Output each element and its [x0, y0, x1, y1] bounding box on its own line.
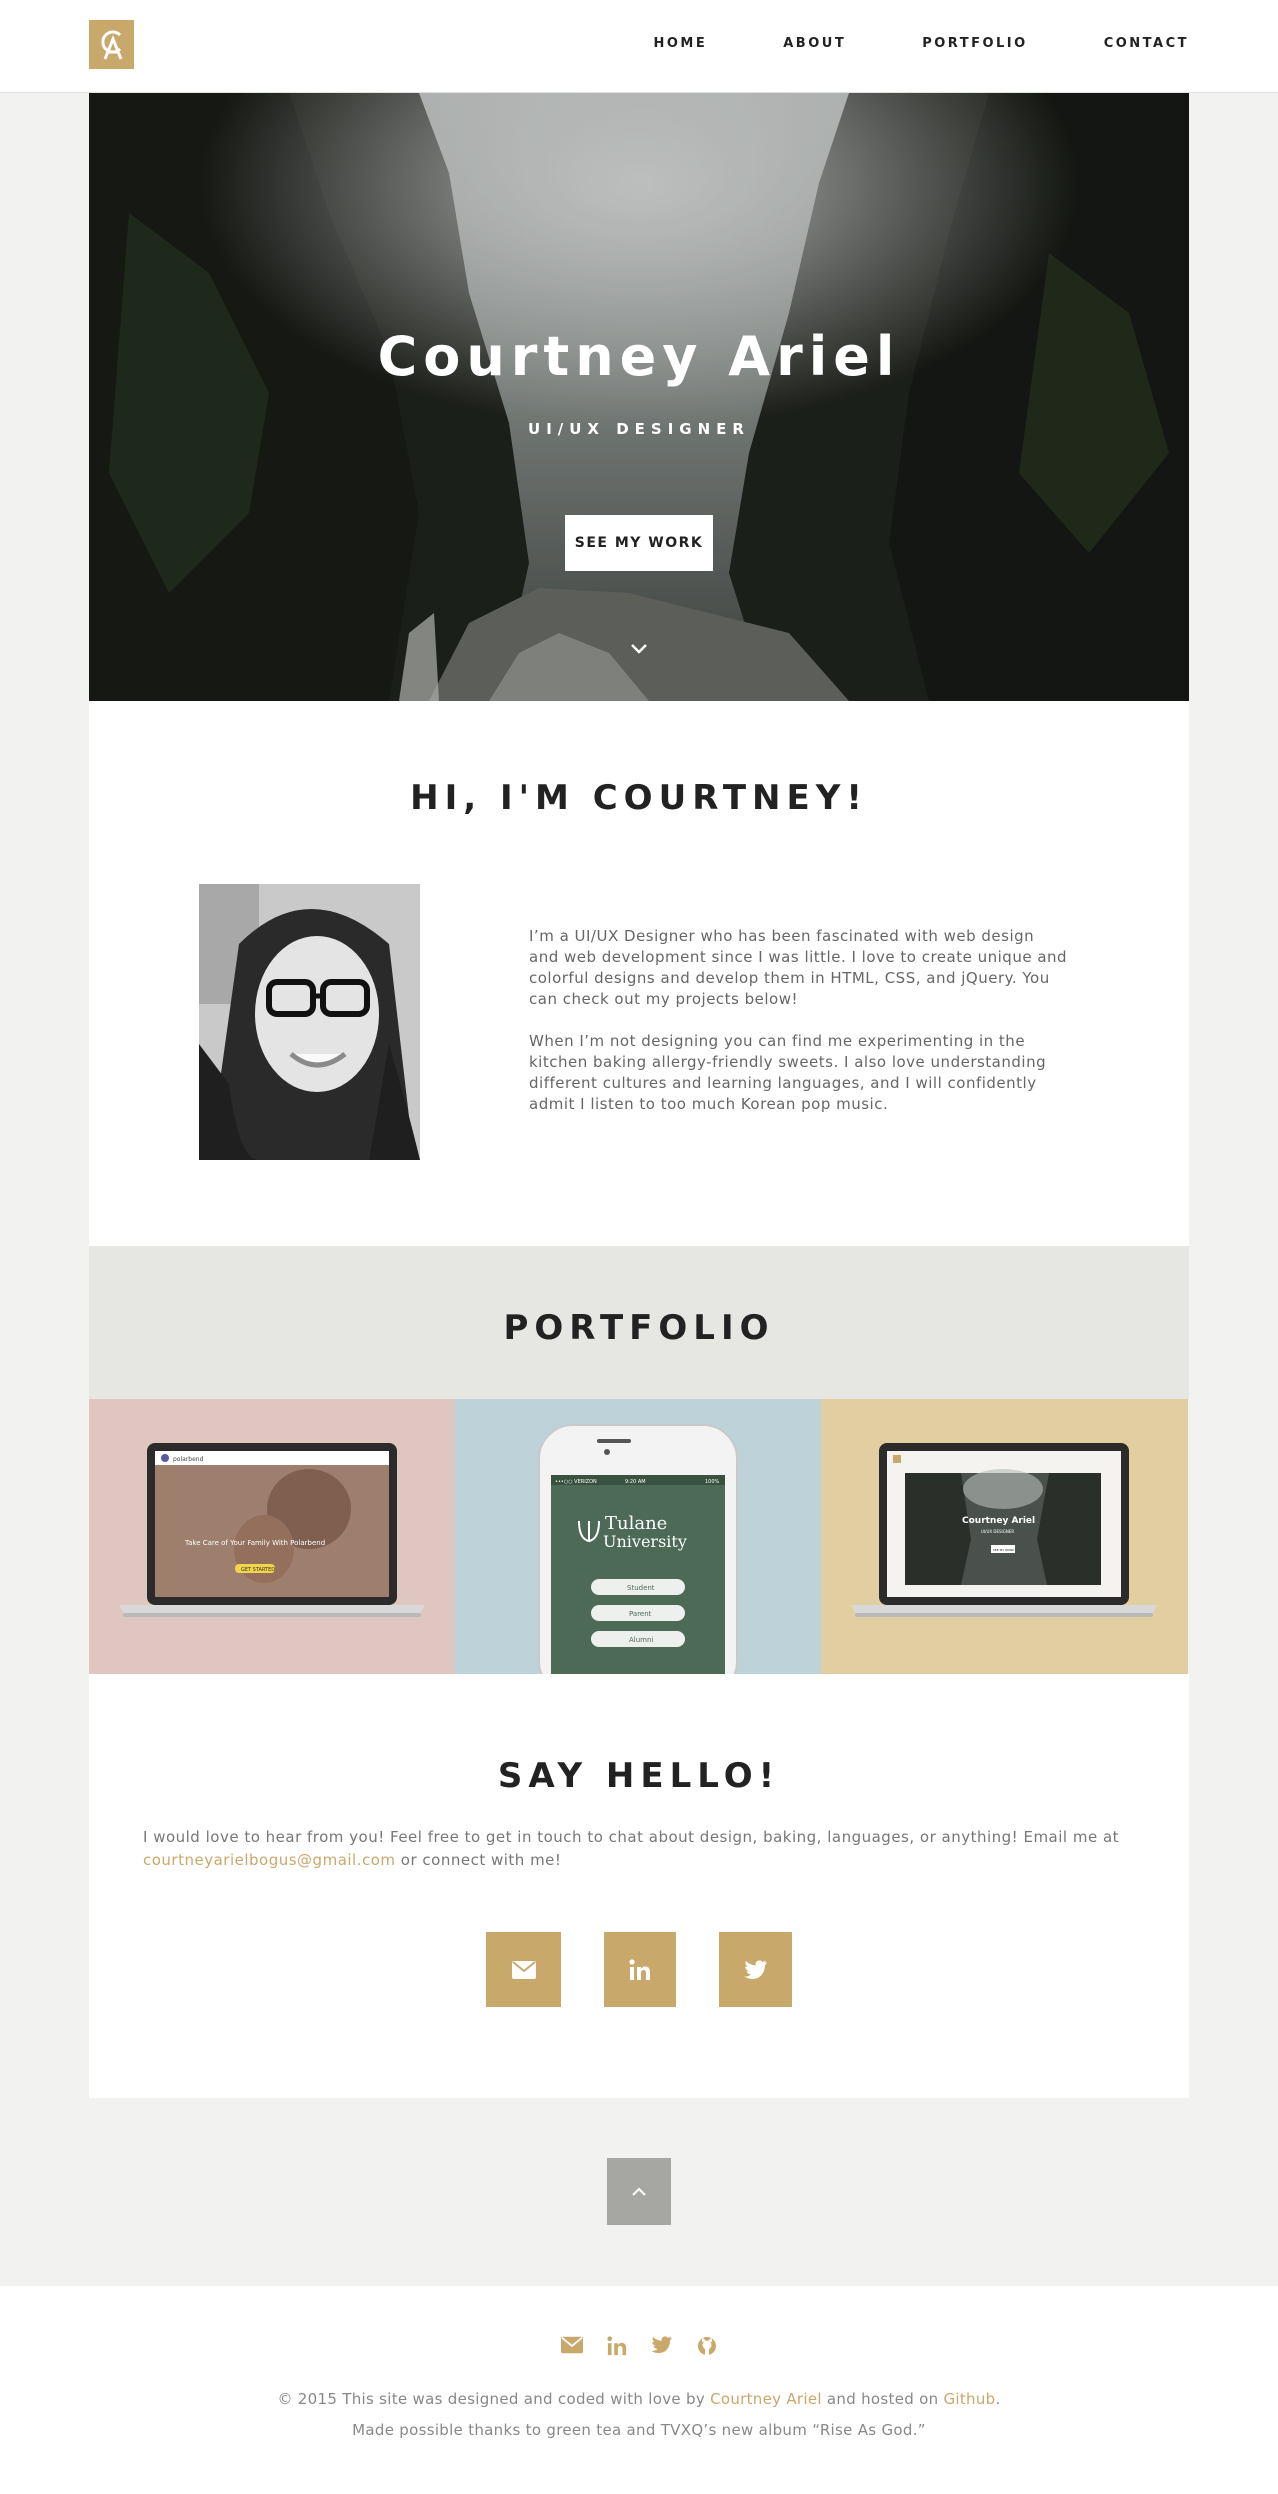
tulane-logo-line2: University	[603, 1532, 687, 1551]
nav-about[interactable]: ABOUT	[783, 36, 846, 51]
tulane-parent-button: Parent	[629, 1610, 652, 1618]
about-text: I’m a UI/UX Designer who has been fascin…	[529, 926, 1069, 1136]
back-to-top-button[interactable]	[607, 2158, 671, 2225]
polarbend-logo-icon	[161, 1454, 169, 1462]
envelope-icon	[511, 1960, 536, 1979]
top-nav: HOME ABOUT PORTFOLIO CONTACT	[0, 0, 1278, 93]
nav-links: HOME ABOUT PORTFOLIO CONTACT	[578, 36, 1190, 51]
linkedin-button[interactable]	[604, 1932, 676, 2007]
chevron-down-icon[interactable]	[629, 642, 649, 656]
contact-section: SAY HELLO! I would love to hear from you…	[89, 1674, 1189, 2098]
footer-github-link[interactable]: Github	[943, 2390, 995, 2408]
linkedin-icon	[629, 1958, 650, 1980]
mini-site-button: SEE MY WORK	[993, 1548, 1015, 1552]
polarbend-cta: GET STARTED	[241, 1567, 275, 1573]
portrait-image	[199, 884, 420, 1160]
hero-title: Courtney Ariel	[377, 325, 901, 388]
nav-portfolio[interactable]: PORTFOLIO	[922, 36, 1027, 51]
logo[interactable]	[89, 20, 134, 69]
footer-envelope-icon[interactable]	[561, 2336, 583, 2354]
contact-text-before: I would love to hear from you! Feel free…	[143, 1828, 1120, 1846]
phone-battery: 100%	[705, 1479, 720, 1485]
footer: © 2015 This site was designed and coded …	[0, 2286, 1278, 2494]
footer-thanks: Made possible thanks to green tea and TV…	[352, 2421, 926, 2439]
twitter-button[interactable]	[719, 1932, 792, 2007]
hero-subtitle: UI/UX DESIGNER	[528, 420, 750, 438]
phone-time: 9:20 AM	[625, 1479, 646, 1485]
footer-social-icons	[0, 2336, 1278, 2356]
nav-contact[interactable]: CONTACT	[1104, 36, 1189, 51]
tulane-student-button: Student	[627, 1584, 655, 1592]
portrait-photo	[199, 884, 420, 1160]
footer-credit-mid: and hosted on	[821, 2390, 944, 2408]
laptop-mockup-2: Courtney Ariel UI/UX DESIGNER SEE MY WOR…	[851, 1443, 1157, 1617]
contact-text-after: or connect with me!	[395, 1851, 562, 1869]
contact-heading: SAY HELLO!	[497, 1756, 781, 1796]
email-link[interactable]: courtneyarielbogus@gmail.com	[143, 1851, 396, 1869]
footer-credit-before: © 2015 This site was designed and coded …	[277, 2390, 711, 2408]
email-button[interactable]	[486, 1932, 561, 2007]
hero-background-image	[89, 93, 1189, 701]
footer-github-icon[interactable]	[697, 2336, 717, 2356]
chevron-up-icon	[632, 2186, 646, 2196]
about-section: HI, I'M COURTNEY! I’m a UI/UX Designer w…	[89, 701, 1189, 1246]
contact-text: I would love to hear from you! Feel free…	[143, 1826, 1143, 1872]
footer-credit: © 2015 This site was designed and coded …	[0, 2390, 1278, 2408]
polarbend-brand: polarbend	[173, 1456, 204, 1463]
tulane-alumni-button: Alumni	[629, 1636, 653, 1644]
laptop-mockup: polarbend Take Care of Your Family With …	[119, 1443, 425, 1617]
portfolio-header: PORTFOLIO	[89, 1246, 1189, 1399]
portfolio-item-personal-site[interactable]: Courtney Ariel UI/UX DESIGNER SEE MY WOR…	[821, 1399, 1188, 1674]
footer-name-link[interactable]: Courtney Ariel	[710, 2390, 822, 2408]
logo-mark-icon	[100, 30, 122, 60]
footer-credit-end: .	[995, 2390, 1001, 2408]
about-paragraph-1: I’m a UI/UX Designer who has been fascin…	[529, 927, 1068, 1008]
about-heading: HI, I'M COURTNEY!	[410, 778, 868, 818]
portfolio-item-tulane[interactable]: •••○○ VERIZON 9:20 AM 100% Tulane Univer…	[455, 1399, 821, 1674]
portfolio-heading: PORTFOLIO	[503, 1308, 775, 1348]
mini-site-title: Courtney Ariel	[962, 1516, 1035, 1526]
mini-site-subtitle: UI/UX DESIGNER	[981, 1529, 1014, 1534]
portfolio-item-polarbend[interactable]: polarbend Take Care of Your Family With …	[89, 1399, 455, 1674]
polarbend-headline: Take Care of Your Family With Polarbend	[184, 1539, 325, 1547]
tulane-logo-line1: Tulane	[605, 1513, 667, 1534]
footer-linkedin-icon[interactable]	[607, 2336, 627, 2356]
phone-mockup: •••○○ VERIZON 9:20 AM 100% Tulane Univer…	[538, 1424, 738, 1674]
about-paragraph-2: When I’m not designing you can find me e…	[529, 1032, 1047, 1113]
footer-twitter-icon[interactable]	[651, 2336, 673, 2354]
see-my-work-button[interactable]: SEE MY WORK	[565, 515, 713, 571]
twitter-icon	[743, 1959, 767, 1979]
phone-carrier: •••○○ VERIZON	[555, 1479, 597, 1485]
nav-home[interactable]: HOME	[654, 36, 708, 51]
hero-section: Courtney Ariel UI/UX DESIGNER SEE MY WOR…	[89, 93, 1189, 701]
